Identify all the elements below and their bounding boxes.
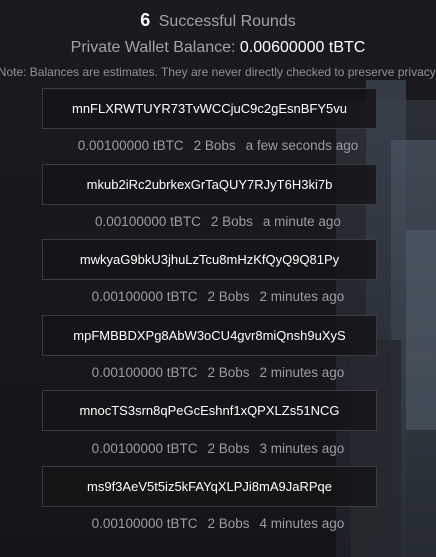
round-meta: 0.00100000 tBTC 2 Bobs 2 minutes ago: [0, 365, 436, 380]
rounds-count: 6: [140, 10, 151, 30]
round-meta: 0.00100000 tBTC 2 Bobs a few seconds ago: [0, 138, 436, 153]
round-amount: 0.00100000 tBTC: [91, 289, 198, 304]
round-bobs: 2 Bobs: [207, 289, 250, 304]
round-bobs: 2 Bobs: [207, 441, 250, 456]
round-meta: 0.00100000 tBTC 2 Bobs 2 minutes ago: [0, 289, 436, 304]
round-amount: 0.00100000 tBTC: [91, 365, 198, 380]
round-time: a minute ago: [262, 214, 341, 229]
balance-note: Note: Balances are estimates. They are n…: [0, 65, 436, 79]
round-bobs: 2 Bobs: [210, 214, 253, 229]
balance-label: Private Wallet Balance:: [70, 39, 236, 56]
round-address-box[interactable]: mwkyaG9bkU3jhuLzTcu8mHzKfQyQ9Q81Py: [42, 239, 377, 280]
round-address-box[interactable]: mnocTS3srn8qPeGcEshnf1xQPXLZs51NCG: [42, 390, 377, 431]
round-bobs: 2 Bobs: [207, 365, 250, 380]
round-address-box[interactable]: mpFMBBDXPg8AbW3oCU4gvr8miQnsh9uXyS: [42, 315, 377, 356]
round-bobs: 2 Bobs: [207, 516, 250, 531]
round-time: a few seconds ago: [245, 138, 359, 153]
balance-value: 0.00600000 tBTC: [239, 39, 366, 56]
round-meta: 0.00100000 tBTC 2 Bobs 3 minutes ago: [0, 441, 436, 456]
round-address-box[interactable]: mnFLXRWTUYR73TvWCCjuC9c2gEsnBFY5vu: [42, 88, 377, 129]
wallet-balance: Private Wallet Balance: 0.00600000 tBTC: [0, 39, 436, 57]
round-amount: 0.00100000 tBTC: [95, 214, 201, 229]
round-address-box[interactable]: ms9f3AeV5t5iz5kFAYqXLPJi8mA9JaRPqe: [42, 466, 377, 507]
round-meta: 0.00100000 tBTC 2 Bobs a minute ago: [0, 214, 436, 229]
round-time: 3 minutes ago: [259, 441, 345, 456]
round-time: 2 minutes ago: [259, 289, 345, 304]
round-amount: 0.00100000 tBTC: [91, 516, 198, 531]
round-meta: 0.00100000 tBTC 2 Bobs 4 minutes ago: [0, 516, 436, 531]
round-amount: 0.00100000 tBTC: [91, 441, 198, 456]
round-time: 2 minutes ago: [259, 365, 345, 380]
round-address-box[interactable]: mkub2iRc2ubrkexGrTaQUY7RJyT6H3ki7b: [42, 164, 377, 205]
round-amount: 0.00100000 tBTC: [77, 138, 184, 153]
round-time: 4 minutes ago: [259, 516, 345, 531]
successful-rounds: 6 Successful Rounds: [0, 10, 436, 31]
round-bobs: 2 Bobs: [193, 138, 236, 153]
rounds-count-label: Successful Rounds: [158, 13, 296, 30]
